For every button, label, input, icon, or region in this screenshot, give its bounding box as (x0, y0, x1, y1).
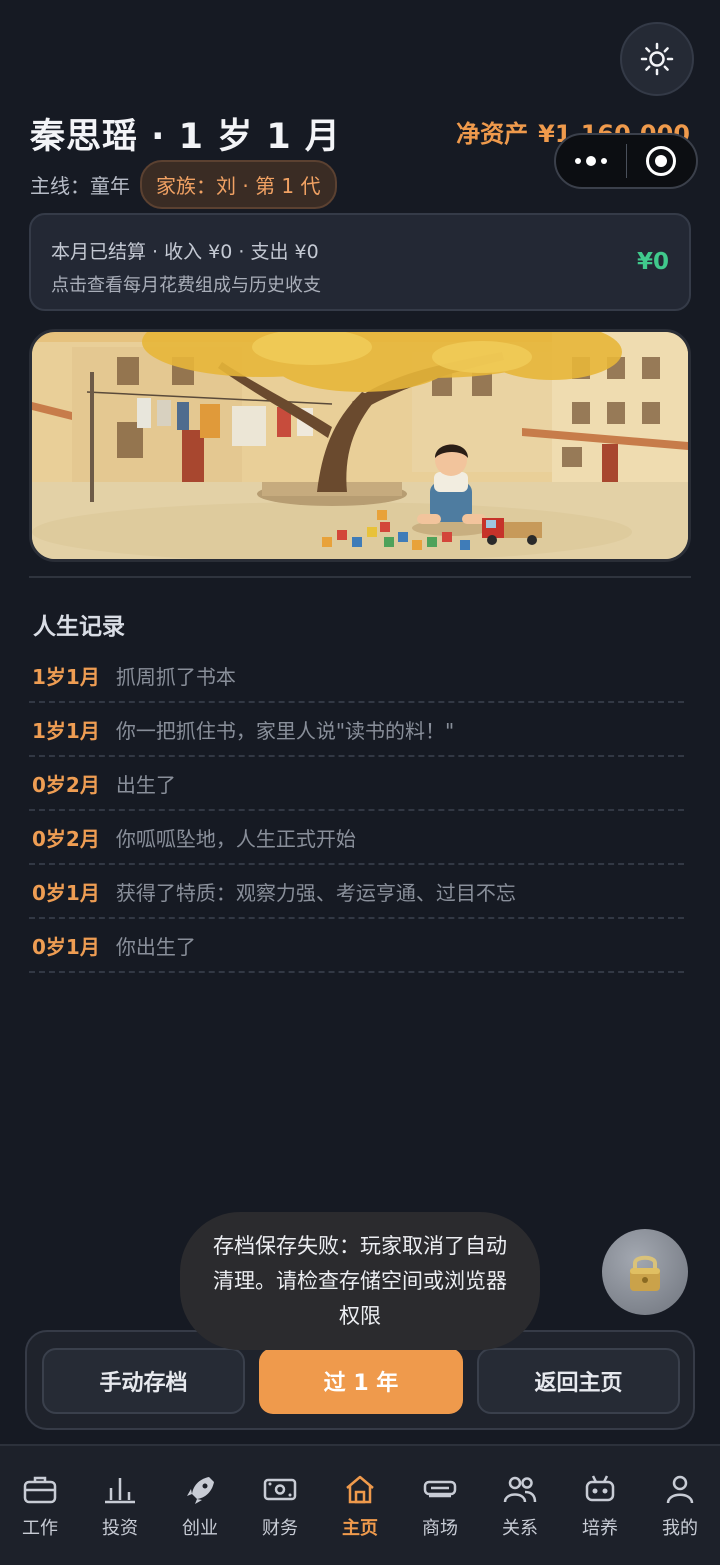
record-item: 1岁1月 你一把抓住书，家里人说"读书的料！" (29, 703, 684, 757)
save-error-toast: 存档保存失败：玩家取消了自动清理。请检查存储空间或浏览器权限 (180, 1212, 540, 1350)
settlement-summary: 本月已结算 · 收入 ¥0 · 支出 ¥0 (51, 241, 319, 263)
nav-label: 投资 (102, 1518, 138, 1539)
mainline-label: 主线：童年 (30, 174, 130, 198)
miniprogram-capsule (554, 133, 698, 189)
nav-label: 财务 (262, 1518, 298, 1539)
record-item: 0岁2月 你呱呱坠地，人生正式开始 (29, 811, 684, 865)
nav-item-finance[interactable]: 财务 (243, 1474, 317, 1540)
return-home-button[interactable]: 返回主页 (477, 1348, 680, 1414)
people-icon (503, 1476, 537, 1503)
record-text: 抓周抓了书本 (115, 664, 236, 689)
robot-icon (585, 1475, 615, 1502)
cash-icon (263, 1478, 297, 1501)
life-records-list: 1岁1月 抓周抓了书本 1岁1月 你一把抓住书，家里人说"读书的料！" 0岁2月… (29, 649, 684, 973)
record-age: 1岁1月 (32, 718, 100, 743)
home-icon (346, 1475, 374, 1504)
record-text: 你呱呱坠地，人生正式开始 (115, 826, 356, 851)
nav-item-mine[interactable]: 我的 (643, 1474, 717, 1540)
monthly-settlement-card[interactable]: 本月已结算 · 收入 ¥0 · 支出 ¥0 点击查看每月花费组成与历史收支 ¥0 (29, 213, 691, 311)
sun-icon (640, 42, 674, 76)
bar-chart-icon (105, 1478, 135, 1504)
record-item: 0岁1月 获得了特质：观察力强、考运亨通、过目不忘 (29, 865, 684, 919)
nav-label: 主页 (342, 1518, 378, 1539)
briefcase-icon (23, 1476, 57, 1504)
lock-icon (630, 1255, 660, 1291)
records-title: 人生记录 (33, 614, 125, 640)
next-year-button[interactable]: 过 1 年 (259, 1348, 463, 1414)
more-menu-button[interactable] (556, 135, 626, 187)
nav-item-invest[interactable]: 投资 (83, 1474, 157, 1540)
app-root: 秦思瑶 · 1 岁 1 月 净资产¥1,160,000 主线：童年 家族：刘 ·… (0, 0, 720, 1565)
nav-item-work[interactable]: 工作 (3, 1474, 77, 1540)
nav-label: 我的 (662, 1518, 698, 1539)
record-age: 0岁2月 (32, 826, 100, 851)
bottom-nav: 工作 投资 创业 财务 主页 商场 关系 培养 我的 (0, 1444, 720, 1565)
net-worth-label: 净资产 (456, 120, 529, 148)
record-age: 0岁1月 (32, 880, 100, 905)
nav-item-relations[interactable]: 关系 (483, 1474, 557, 1540)
status-line: 主线：童年 家族：刘 · 第 1 代 (30, 160, 337, 209)
rocket-icon (187, 1477, 214, 1504)
nav-item-shop[interactable]: 商场 (403, 1474, 477, 1540)
more-dots-icon (574, 156, 607, 166)
life-scene-illustration (29, 329, 691, 562)
settlement-amount: ¥0 (636, 249, 669, 275)
record-age: 1岁1月 (32, 664, 100, 689)
nav-item-nurture[interactable]: 培养 (563, 1474, 637, 1540)
nav-label: 创业 (182, 1518, 218, 1539)
family-badge[interactable]: 家族：刘 · 第 1 代 (140, 160, 337, 209)
nav-label: 商场 (422, 1518, 458, 1539)
settlement-hint: 点击查看每月花费组成与历史收支 (51, 275, 321, 296)
record-item: 0岁2月 出生了 (29, 757, 684, 811)
shop-icon (423, 1480, 457, 1498)
nav-item-startup[interactable]: 创业 (163, 1474, 237, 1540)
section-divider (29, 576, 691, 578)
record-text: 你出生了 (115, 934, 196, 959)
manual-save-button[interactable]: 手动存档 (42, 1348, 245, 1414)
nav-label: 培养 (582, 1518, 618, 1539)
lock-button[interactable] (602, 1229, 688, 1315)
nav-label: 关系 (502, 1518, 538, 1539)
record-item: 1岁1月 抓周抓了书本 (29, 649, 684, 703)
target-icon (646, 146, 677, 176)
nav-label: 工作 (22, 1518, 58, 1539)
record-age: 0岁1月 (32, 934, 100, 959)
user-icon (666, 1475, 694, 1504)
record-item: 0岁1月 你出生了 (29, 919, 684, 973)
record-text: 你一把抓住书，家里人说"读书的料！" (115, 718, 455, 743)
record-text: 获得了特质：观察力强、考运亨通、过目不忘 (115, 880, 516, 905)
close-miniprogram-button[interactable] (627, 135, 697, 187)
nav-item-home[interactable]: 主页 (323, 1474, 397, 1540)
record-text: 出生了 (115, 772, 176, 797)
theme-toggle-button[interactable] (620, 22, 694, 96)
page-title: 秦思瑶 · 1 岁 1 月 (30, 117, 341, 157)
record-age: 0岁2月 (32, 772, 100, 797)
